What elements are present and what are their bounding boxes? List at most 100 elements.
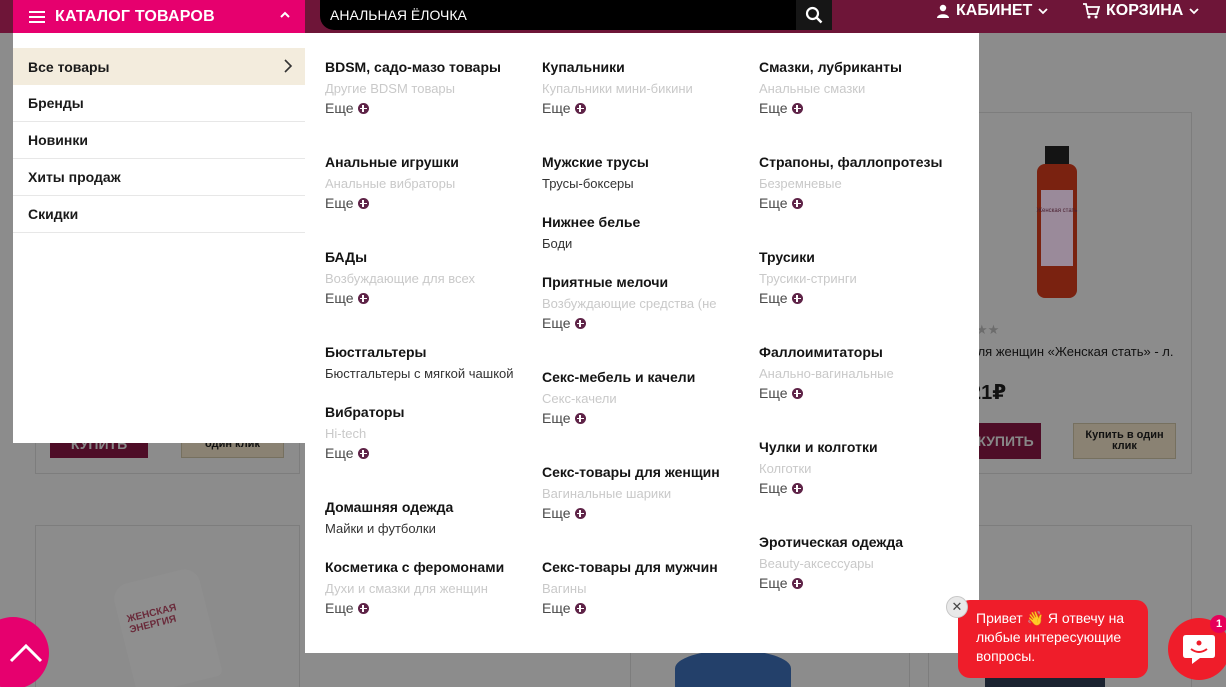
search-icon [805,6,823,24]
subcategory-link[interactable]: Безремневые [759,176,969,191]
chat-message: Привет 👋 Я отвечу на любые интересующие … [976,610,1125,664]
side-menu-item-discounts[interactable]: Скидки [13,196,305,233]
subcategory-link[interactable]: Анальные вибраторы [325,176,535,191]
more-link[interactable]: Еще [325,600,535,617]
more-link[interactable]: Еще [542,410,752,427]
more-label: Еще [325,600,354,616]
category-block: Вибраторы Hi-tech Еще [325,404,535,462]
more-label: Еще [542,600,571,616]
category-link[interactable]: Купальники [542,59,752,76]
more-label: Еще [542,315,571,331]
category-link[interactable]: Страпоны, фаллопротезы [759,154,969,171]
plus-icon [574,508,586,519]
subcategory-link[interactable]: Бюстгальтеры с мягкой чашкой [325,366,535,381]
subcategory-link[interactable]: Beauty-аксессуары [759,556,969,571]
more-link[interactable]: Еще [325,100,535,117]
more-link[interactable]: Еще [759,575,969,592]
side-menu-label: Скидки [28,206,79,222]
plus-icon [574,413,586,424]
side-menu-label: Все товары [28,58,110,75]
subcategory-link[interactable]: Трусики-стринги [759,271,969,286]
more-link[interactable]: Еще [542,315,752,332]
subcategory-link[interactable]: Другие BDSM товары [325,81,535,96]
search-input[interactable]: АНАЛЬНАЯ ЁЛОЧКА [320,0,796,30]
more-label: Еще [759,195,788,211]
category-link[interactable]: Трусики [759,249,969,266]
cart-link[interactable]: КОРЗИНА [1082,0,1199,22]
more-label: Еще [759,290,788,306]
side-menu-item-all-products[interactable]: Все товары [13,48,305,85]
category-link[interactable]: Смазки, лубриканты [759,59,969,76]
buy-button[interactable]: КУПИТЬ [970,423,1041,459]
chat-close-button[interactable]: ✕ [946,596,968,618]
side-menu-item-new[interactable]: Новинки [13,122,305,159]
more-link[interactable]: Еще [542,600,752,617]
subcategory-link[interactable]: Вагинальные шарики [542,486,752,501]
category-link[interactable]: Нижнее белье [542,214,752,231]
product-name: для женщин «Женская стать» - л. [970,344,1174,359]
more-link[interactable]: Еще [759,195,969,212]
one-click-button[interactable]: Купить в один клик [1073,423,1176,459]
subcategory-link[interactable]: Hi-tech [325,426,535,441]
category-link[interactable]: Приятные мелочи [542,274,752,291]
more-link[interactable]: Еще [542,100,752,117]
chevron-down-icon [1038,8,1048,15]
category-link[interactable]: Секс-мебель и качели [542,369,752,386]
category-link[interactable]: Фаллоимитаторы [759,344,969,361]
product-image: Женская стать [1037,146,1077,298]
category-link[interactable]: Анальные игрушки [325,154,535,171]
chat-greeting-bubble[interactable]: Привет 👋 Я отвечу на любые интересующие … [958,600,1148,678]
more-link[interactable]: Еще [542,505,752,522]
subcategory-link[interactable]: Колготки [759,461,969,476]
more-label: Еще [325,445,354,461]
category-link[interactable]: Мужские трусы [542,154,752,171]
more-link[interactable]: Еще [325,445,535,462]
subcategory-link[interactable]: Майки и футболки [325,521,535,536]
category-link[interactable]: Бюстгальтеры [325,344,535,361]
subcategory-link[interactable]: Анальные смазки [759,81,969,96]
category-link[interactable]: Домашняя одежда [325,499,535,516]
subcategory-link[interactable]: Возбуждающие для всех [325,271,535,286]
chevron-right-icon [284,59,293,73]
more-link[interactable]: Еще [759,100,969,117]
catalog-toggle-button[interactable]: КАТАЛОГ ТОВАРОВ [13,0,305,33]
subcategory-link[interactable]: Возбуждающие средства (не [542,296,717,311]
chevron-down-icon [1189,8,1199,15]
category-link[interactable]: Чулки и колготки [759,439,969,456]
category-block: Нижнее белье Боди [542,214,752,251]
plus-icon [791,103,803,114]
more-link[interactable]: Еще [325,290,535,307]
subcategory-link[interactable]: Вагины [542,581,752,596]
subcategory-link[interactable]: Секс-качели [542,391,752,406]
category-block: Анальные игрушки Анальные вибраторы Еще [325,154,535,212]
plus-icon [574,603,586,614]
category-block: Секс-товары для женщин Вагинальные шарик… [542,464,752,522]
category-block: BDSM, садо-мазо товары Другие BDSM товар… [325,59,535,117]
chat-unread-badge: 1 [1210,615,1226,633]
category-block: Домашняя одежда Майки и футболки [325,499,535,536]
more-link[interactable]: Еще [759,480,969,497]
category-link[interactable]: Секс-товары для мужчин [542,559,752,576]
subcategory-link[interactable]: Купальники мини-бикини [542,81,752,96]
subcategory-link[interactable]: Боди [542,236,752,251]
plus-icon [791,578,803,589]
category-link[interactable]: Эротическая одежда [759,534,969,551]
category-link[interactable]: BDSM, садо-мазо товары [325,59,535,76]
subcategory-link[interactable]: Анально-вагинальные [759,366,969,381]
category-link[interactable]: БАДы [325,249,535,266]
user-icon [937,4,949,18]
more-link[interactable]: Еще [759,290,969,307]
cabinet-link[interactable]: КАБИНЕТ [936,0,1048,22]
side-menu-item-bestsellers[interactable]: Хиты продаж [13,159,305,196]
subcategory-link[interactable]: Духи и смазки для женщин [325,581,535,596]
jar-label: ЖЕНСКАЯ ЭНЕРГИЯ [125,602,178,636]
side-menu-item-brands[interactable]: Бренды [13,85,305,122]
subcategory-link[interactable]: Трусы-боксеры [542,176,752,191]
search-button[interactable] [796,0,832,30]
more-label: Еще [325,100,354,116]
category-link[interactable]: Секс-товары для женщин [542,464,752,481]
more-link[interactable]: Еще [759,385,969,402]
category-link[interactable]: Косметика с феромонами [325,559,535,576]
category-link[interactable]: Вибраторы [325,404,535,421]
more-link[interactable]: Еще [325,195,535,212]
